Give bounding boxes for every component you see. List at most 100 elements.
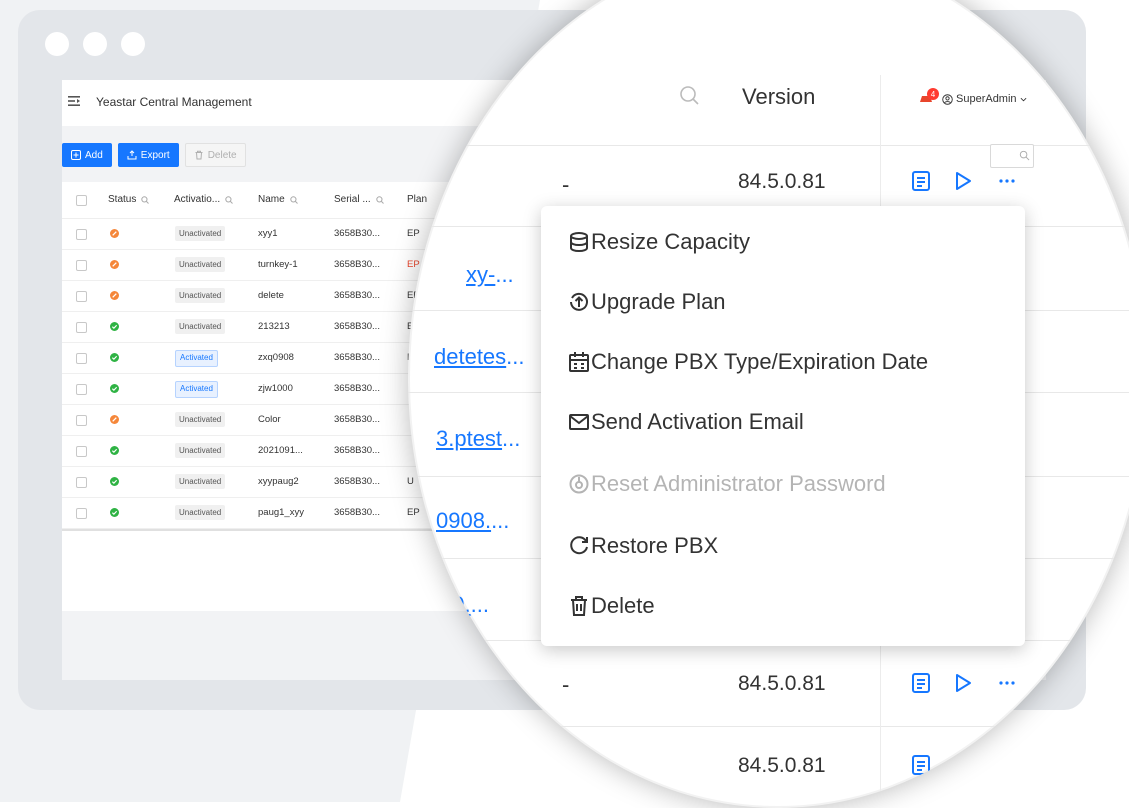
export-label: Export xyxy=(140,149,170,161)
toolbar: Add Export Delete xyxy=(62,143,246,167)
name-cell: 2021091... xyxy=(258,445,303,456)
actions-dropdown-menu: Resize Capacity Upgrade Plan Change PBX … xyxy=(541,206,1025,646)
row-checkbox[interactable] xyxy=(76,508,87,519)
link-cell[interactable]: 00.... xyxy=(440,592,489,618)
activation-tag: Unactivated xyxy=(175,412,226,427)
add-label: Add xyxy=(85,149,103,161)
check-circle-icon xyxy=(110,384,119,393)
activation-tag: Unactivated xyxy=(175,443,226,458)
activation-tag: Unactivated xyxy=(175,226,226,241)
chevron-down-icon xyxy=(1020,97,1026,101)
serial-cell: 3658B30... xyxy=(334,507,380,518)
add-button[interactable]: Add xyxy=(62,143,112,167)
name-cell: delete xyxy=(258,290,284,301)
menu-item-upgrade-plan[interactable]: Upgrade Plan xyxy=(567,282,726,322)
check-circle-icon xyxy=(110,477,119,486)
search-icon[interactable] xyxy=(141,195,150,204)
name-cell: zjw1000 xyxy=(258,383,293,394)
serial-cell: 3658B30... xyxy=(334,414,380,425)
serial-cell: 3658B30... xyxy=(334,290,380,301)
menu-item-restore-pbx[interactable]: Restore PBX xyxy=(567,526,718,566)
check-circle-icon xyxy=(110,353,119,362)
search-icon[interactable] xyxy=(678,84,700,106)
export-button[interactable]: Export xyxy=(117,143,179,167)
play-icon[interactable] xyxy=(952,672,974,694)
more-icon[interactable] xyxy=(996,672,1018,694)
link-cell[interactable]: 3.ptest... xyxy=(436,426,520,452)
calendar-icon xyxy=(569,352,589,372)
column-activation[interactable]: Activatio... xyxy=(174,194,233,205)
menu-item-reset-admin-password[interactable]: Reset Administrator Password xyxy=(567,464,886,504)
link-cell[interactable]: detetes... xyxy=(434,344,525,370)
trash-icon xyxy=(571,596,587,616)
name-cell: zxq0908 xyxy=(258,352,294,363)
delete-button[interactable]: Delete xyxy=(184,143,246,167)
username: SuperAdmin xyxy=(956,93,1017,105)
name-cell: paug1_xyy xyxy=(258,507,304,518)
search-icon[interactable] xyxy=(375,195,384,204)
window-controls xyxy=(45,32,145,56)
link-cell[interactable]: xy-... xyxy=(466,262,514,288)
document-icon[interactable] xyxy=(910,170,932,192)
menu-item-change-pbx-type[interactable]: Change PBX Type/Expiration Date xyxy=(567,342,928,382)
window-dot-close[interactable] xyxy=(45,32,69,56)
notification-badge: 4 xyxy=(927,88,939,100)
menu-item-resize-capacity[interactable]: Resize Capacity xyxy=(567,222,750,262)
column-name[interactable]: Name xyxy=(258,194,298,205)
row-checkbox[interactable] xyxy=(76,291,87,302)
warning-circle-icon xyxy=(110,260,119,269)
menu-item-delete[interactable]: Delete xyxy=(567,586,655,626)
menu-icon[interactable] xyxy=(68,95,80,107)
activation-tag: Unactivated xyxy=(175,257,226,272)
app-title: Yeastar Central Management xyxy=(96,95,252,109)
row-checkbox[interactable] xyxy=(76,477,87,488)
activation-tag: Activated xyxy=(175,350,218,367)
dash-value: - xyxy=(562,672,570,697)
document-icon[interactable] xyxy=(910,754,932,776)
document-icon[interactable] xyxy=(910,672,932,694)
search-icon[interactable] xyxy=(289,195,298,204)
row-divider xyxy=(408,726,1129,727)
serial-cell: 3658B30... xyxy=(334,321,380,332)
delete-label: Delete xyxy=(207,149,237,161)
serial-cell: 3658B30... xyxy=(334,352,380,363)
activation-tag: Unactivated xyxy=(175,319,226,334)
plus-icon xyxy=(71,150,81,160)
row-checkbox[interactable] xyxy=(76,446,87,457)
row-checkbox[interactable] xyxy=(76,384,87,395)
play-icon[interactable] xyxy=(952,170,974,192)
search-input[interactable] xyxy=(990,144,1034,168)
version-column-header[interactable]: Version xyxy=(742,84,815,110)
warning-circle-icon xyxy=(110,229,119,238)
serial-cell: 3658B30... xyxy=(334,259,380,270)
version-value: 84.5.0.81 xyxy=(738,672,826,695)
activation-tag: Unactivated xyxy=(175,505,226,520)
upgrade-icon xyxy=(570,292,588,311)
warning-circle-icon xyxy=(110,291,119,300)
name-cell: xyypaug2 xyxy=(258,476,299,487)
column-serial[interactable]: Serial ... xyxy=(334,194,384,205)
window-dot-minimize[interactable] xyxy=(83,32,107,56)
row-checkbox[interactable] xyxy=(76,415,87,426)
row-checkbox[interactable] xyxy=(76,229,87,240)
name-cell: Color xyxy=(258,414,281,425)
search-icon[interactable] xyxy=(225,195,233,204)
activation-tag: Unactivated xyxy=(175,288,226,303)
row-checkbox[interactable] xyxy=(76,322,87,333)
check-circle-icon xyxy=(110,322,119,331)
window-dot-maximize[interactable] xyxy=(121,32,145,56)
database-icon xyxy=(570,232,588,253)
column-status[interactable]: Status xyxy=(108,194,150,205)
user-menu[interactable]: 4 SuperAdmin xyxy=(918,88,1027,106)
warning-circle-icon xyxy=(110,415,119,424)
select-all-checkbox[interactable] xyxy=(76,195,87,206)
export-icon xyxy=(127,150,137,160)
link-cell[interactable]: 0908.... xyxy=(436,508,509,534)
more-icon[interactable] xyxy=(996,170,1018,192)
dash-value: - xyxy=(562,172,570,197)
version-value: 84.5.0.81 xyxy=(738,754,826,777)
menu-item-send-activation-email[interactable]: Send Activation Email xyxy=(567,402,804,442)
row-checkbox[interactable] xyxy=(76,353,87,364)
name-cell: xyy1 xyxy=(258,228,278,239)
row-checkbox[interactable] xyxy=(76,260,87,271)
